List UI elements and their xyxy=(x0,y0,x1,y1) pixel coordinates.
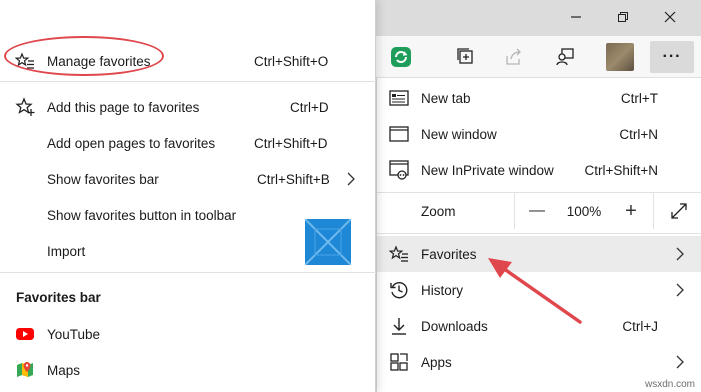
new-tab-icon xyxy=(388,87,410,109)
downloads-label: Downloads xyxy=(421,318,488,334)
menu-item-new-inprivate-window[interactable]: New InPrivate window Ctrl+Shift+N xyxy=(377,152,701,188)
close-window-button[interactable] xyxy=(655,6,685,28)
maps-label: Maps xyxy=(47,362,81,378)
zoom-out-icon: — xyxy=(529,202,545,219)
star-add-icon xyxy=(14,96,36,118)
collections-button[interactable] xyxy=(449,41,483,73)
show-favorites-bar-shortcut: Ctrl+Shift+B xyxy=(257,171,330,187)
favorites-bar-heading: Favorites bar xyxy=(16,290,101,305)
windows-logo xyxy=(305,219,351,265)
fullscreen-icon xyxy=(670,203,687,219)
menu-item-zoom: Zoom — 100% + xyxy=(377,193,701,229)
manage-favorites-shortcut: Ctrl+Shift+O xyxy=(254,53,329,69)
share-button[interactable] xyxy=(497,41,531,73)
title-bar xyxy=(376,0,701,36)
favorite-item-maps[interactable]: Maps xyxy=(0,352,376,388)
chevron-right-icon xyxy=(674,281,686,299)
history-label: History xyxy=(421,282,464,298)
minimize-button[interactable] xyxy=(561,6,591,28)
menu-item-manage-favorites[interactable]: Manage favorites Ctrl+Shift+O xyxy=(0,43,376,79)
share-icon xyxy=(506,48,521,65)
zoom-controls: — 100% + xyxy=(514,193,701,229)
import-label: Import xyxy=(47,243,86,259)
menu-item-downloads[interactable]: Downloads Ctrl+J xyxy=(377,308,701,344)
chevron-right-icon xyxy=(345,170,357,188)
inprivate-icon xyxy=(388,159,410,181)
settings-menu: New tab Ctrl+T New window Ctrl+N New InP… xyxy=(376,78,701,392)
new-window-label: New window xyxy=(421,126,497,142)
menu-item-add-this-page[interactable]: Add this page to favorites Ctrl+D xyxy=(0,89,376,125)
download-icon xyxy=(388,315,410,337)
zoom-level: 100% xyxy=(566,203,602,219)
menu-item-favorites[interactable]: Favorites xyxy=(377,236,701,272)
favorites-star-list-icon xyxy=(388,243,410,265)
feedback-button[interactable] xyxy=(548,41,582,73)
new-window-icon xyxy=(388,123,410,145)
feedback-person-icon xyxy=(556,48,574,66)
minimize-icon xyxy=(571,16,581,18)
new-tab-shortcut: Ctrl+T xyxy=(620,90,658,106)
menu-item-new-window[interactable]: New window Ctrl+N xyxy=(377,116,701,152)
browser-toolbar: ··· xyxy=(376,36,701,78)
add-this-page-shortcut: Ctrl+D xyxy=(290,99,329,115)
menu-divider xyxy=(377,233,701,234)
restore-button[interactable] xyxy=(608,6,638,28)
manage-favorites-label: Manage favorites xyxy=(47,53,151,69)
downloads-shortcut: Ctrl+J xyxy=(622,318,658,334)
more-icon: ··· xyxy=(662,48,682,65)
menu-divider xyxy=(0,81,376,82)
menu-item-apps[interactable]: Apps xyxy=(377,344,701,380)
new-inprivate-label: New InPrivate window xyxy=(421,162,554,178)
settings-more-button[interactable]: ··· xyxy=(650,41,694,73)
new-tab-label: New tab xyxy=(421,90,471,106)
menu-item-add-open-pages[interactable]: Add open pages to favorites Ctrl+Shift+D xyxy=(0,125,376,161)
favorite-item-youtube[interactable]: YouTube xyxy=(0,316,376,352)
restore-icon xyxy=(618,12,628,22)
menu-item-history[interactable]: History xyxy=(377,272,701,308)
zoom-out-button[interactable]: — xyxy=(515,193,559,229)
apps-label: Apps xyxy=(421,354,452,370)
collections-add-icon xyxy=(457,48,473,64)
extension-button[interactable] xyxy=(384,41,418,73)
history-icon xyxy=(388,279,410,301)
close-icon xyxy=(664,11,676,23)
youtube-label: YouTube xyxy=(47,326,101,342)
star-list-icon xyxy=(14,50,36,72)
zoom-label: Zoom xyxy=(421,203,456,219)
fullscreen-button[interactable] xyxy=(653,193,701,229)
watermark: wsxdn.com xyxy=(644,379,695,390)
maps-icon xyxy=(14,359,36,381)
add-open-pages-label: Add open pages to favorites xyxy=(47,135,216,151)
youtube-icon xyxy=(14,323,36,345)
add-open-pages-shortcut: Ctrl+Shift+D xyxy=(254,135,328,151)
profile-avatar[interactable] xyxy=(606,43,634,71)
menu-item-new-tab[interactable]: New tab Ctrl+T xyxy=(377,80,701,116)
menu-item-show-favorites-bar[interactable]: Show favorites bar Ctrl+Shift+B xyxy=(0,161,376,197)
zoom-in-button[interactable]: + xyxy=(609,193,653,229)
menu-divider xyxy=(0,272,376,273)
favorites-submenu: Manage favorites Ctrl+Shift+O Add this p… xyxy=(0,0,376,392)
extension-sync-icon xyxy=(391,47,411,67)
show-favorites-button-label: Show favorites button in toolbar xyxy=(47,207,237,223)
favorites-label: Favorites xyxy=(421,246,477,262)
new-window-shortcut: Ctrl+N xyxy=(619,126,658,142)
chevron-right-icon xyxy=(674,245,686,263)
chevron-right-icon xyxy=(674,353,686,371)
zoom-in-icon: + xyxy=(625,199,637,222)
show-favorites-bar-label: Show favorites bar xyxy=(47,171,159,187)
apps-grid-icon xyxy=(388,351,410,373)
new-inprivate-shortcut: Ctrl+Shift+N xyxy=(584,162,658,178)
add-this-page-label: Add this page to favorites xyxy=(47,99,200,115)
